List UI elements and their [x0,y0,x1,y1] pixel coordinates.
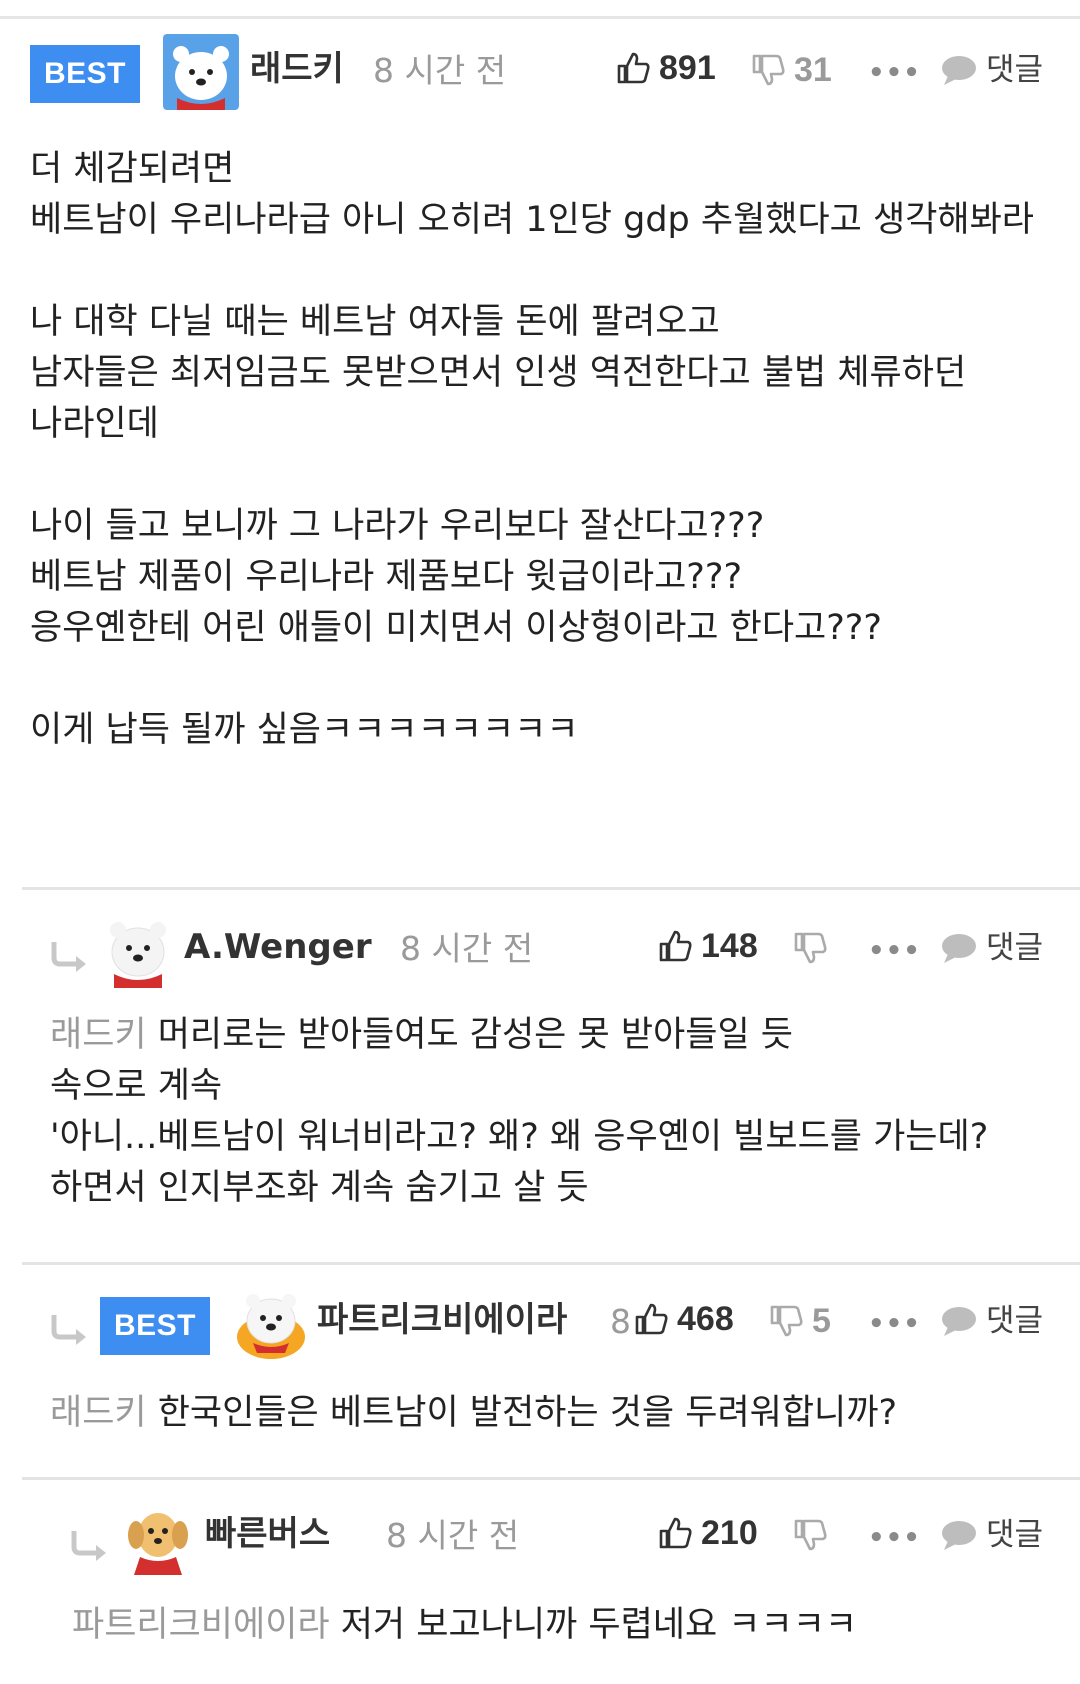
thumbs-up-icon [617,52,650,84]
downvote-button[interactable]: 5 [768,1303,831,1339]
polar-bear-avatar-icon [233,1285,309,1361]
thumbs-up-icon [659,930,692,962]
best-badge: BEST [30,45,140,103]
upvote-button[interactable]: 148 [657,928,758,964]
comment-body: 래드키 한국인들은 베트남이 발전하는 것을 두려워합니까? [50,1393,898,1433]
speech-bubble-icon [942,1521,976,1550]
downvote-button[interactable]: 31 [750,52,832,88]
timestamp: 8 시간 전 [386,1516,520,1555]
downvote-button[interactable] [792,1517,836,1553]
comment-body: 더 체감되려면 베트남이 우리나라급 아니 오히려 1인당 gdp 추월했다고 … [30,149,1034,750]
speech-bubble-icon [942,934,976,963]
timestamp: 8 시간 전 [373,51,507,90]
avatar[interactable] [120,1499,196,1575]
nickname[interactable]: 빠른버스 [205,1517,330,1551]
comment-body: 파트리크비에이라 저거 보고나니까 두렵네요 ㅋㅋㅋㅋ [72,1605,858,1645]
reply-arrow-icon [51,1315,86,1345]
nickname[interactable]: A.Wenger [184,930,372,964]
speech-bubble-icon [942,1307,976,1336]
speech-bubble-icon [942,56,976,85]
upvote-count: 468 [677,1300,734,1338]
upvote-button[interactable]: 210 [657,1515,758,1551]
upvote-count: 891 [659,49,716,87]
more-icon[interactable]: ••• [868,1525,921,1551]
thumbs-up-icon [635,1303,668,1335]
polar-bear-avatar-icon [100,912,176,988]
upvote-count: 148 [701,927,758,965]
more-icon[interactable]: ••• [868,938,921,964]
mention[interactable]: 래드키 [50,1015,147,1055]
top-divider [0,16,1080,19]
reply-button[interactable]: 댓글 [940,1519,1043,1551]
mention[interactable]: 래드키 [50,1393,147,1433]
mention[interactable]: 파트리크비에이라 [72,1605,330,1645]
avatar[interactable] [100,912,176,988]
nickname[interactable]: 래드키 [250,52,344,86]
upvote-button[interactable]: 468 [633,1301,734,1337]
reply-button[interactable]: 댓글 [940,1305,1043,1337]
timestamp: 8 시간 전 [400,929,534,968]
comment-body: 래드키 머리로는 받아들여도 감성은 못 받아들일 듯 속으로 계속 '아니..… [50,1015,989,1208]
thumbs-down-icon [794,932,827,964]
thumbs-down-icon [794,1519,827,1551]
timestamp-truncated: 8 [610,1302,631,1341]
nickname[interactable]: 파트리크비에이라 [317,1303,567,1337]
thumbs-down-icon [770,1305,803,1337]
downvote-button[interactable] [792,930,836,966]
polar-bear-avatar-icon [163,34,239,110]
avatar[interactable] [163,34,239,110]
reply-button[interactable]: 댓글 [940,932,1043,964]
divider [22,887,1080,890]
downvote-count: 5 [812,1302,831,1340]
downvote-count: 31 [794,51,832,89]
divider [22,1477,1080,1480]
reply-arrow-icon [51,942,86,972]
upvote-count: 210 [701,1514,758,1552]
reply-button[interactable]: 댓글 [940,54,1043,86]
more-icon[interactable]: ••• [868,1311,921,1337]
upvote-button[interactable]: 891 [615,50,716,86]
reply-arrow-icon [71,1531,106,1561]
divider [22,1262,1080,1265]
comment-thread: BEST 래드키 8 시간 전 891 31 ••• 댓글 더 체감되려면 베트… [0,0,1080,1684]
more-icon[interactable]: ••• [868,60,921,86]
thumbs-down-icon [752,54,785,86]
best-badge: BEST [100,1297,210,1355]
puppy-avatar-icon [120,1499,196,1575]
avatar[interactable] [233,1285,309,1361]
thumbs-up-icon [659,1517,692,1549]
